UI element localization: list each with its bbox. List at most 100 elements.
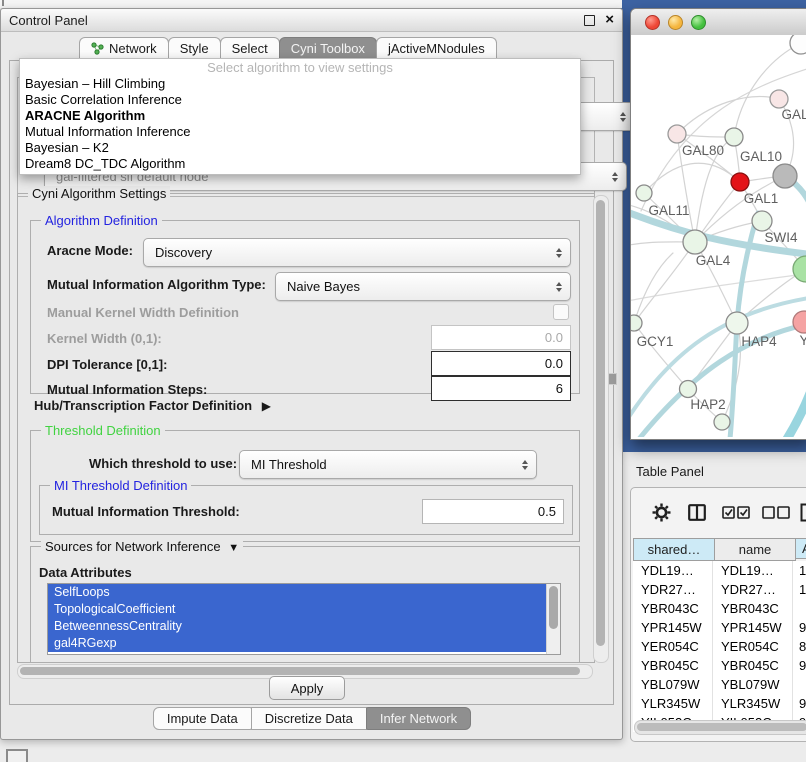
tab-discretize-data[interactable]: Discretize Data — [251, 707, 367, 730]
scrollbar-thumb[interactable] — [637, 723, 806, 731]
network-window-titlebar[interactable] — [631, 9, 806, 36]
table-row[interactable]: YDL19…YDL19…13 — [633, 561, 806, 580]
which-threshold-select[interactable]: MI Threshold — [239, 450, 537, 479]
algorithm-dropdown-popup: Select algorithm to view settings Bayesi… — [19, 58, 581, 175]
network-node-label: SWI4 — [764, 230, 797, 245]
close-traffic-light[interactable] — [645, 15, 660, 30]
minimized-panel-icon[interactable] — [6, 749, 28, 762]
control-panel-tabs: Network Style Select Cyni Toolbox jActiv… — [79, 37, 496, 60]
tab-infer-network[interactable]: Infer Network — [366, 707, 471, 730]
dpi-tolerance-field[interactable]: 0.0 — [431, 351, 571, 376]
data-attributes-list[interactable]: SelfLoops TopologicalCoefficient Between… — [47, 583, 561, 655]
threshold-definition-title: Threshold Definition — [41, 423, 165, 438]
close-icon[interactable]: × — [605, 15, 614, 25]
node-table: shared… name A YDL19…YDL19…13 YDR27…YDR2… — [633, 538, 806, 732]
network-edge — [641, 67, 806, 211]
network-canvas[interactable]: GAL80GAL10GALGAL11GAL1SWI4GAL4GCY1HAP4YH… — [631, 35, 806, 437]
table-row[interactable]: YLR345WYLR345W9. — [633, 694, 806, 713]
combo-arrows-icon — [556, 248, 562, 258]
scrollbar-thumb[interactable] — [596, 200, 605, 646]
network-node[interactable] — [752, 211, 772, 231]
table-row[interactable]: YPR145WYPR145W9. — [633, 618, 806, 637]
tab-select[interactable]: Select — [220, 37, 280, 60]
network-node-label: GAL10 — [740, 149, 782, 164]
cyni-algorithm-settings-group: Cyni Algorithm Settings Algorithm Defini… — [17, 193, 595, 663]
algorithm-definition-title: Algorithm Definition — [41, 213, 162, 228]
minimize-traffic-light[interactable] — [668, 15, 683, 30]
network-node[interactable] — [726, 312, 748, 334]
split-columns-icon[interactable] — [678, 504, 717, 521]
tab-jactivemnodules[interactable]: jActiveMNodules — [376, 37, 497, 60]
checked-boxes-icon[interactable] — [717, 506, 756, 519]
network-node[interactable] — [668, 125, 686, 143]
mi-threshold-field[interactable]: 0.5 — [422, 499, 564, 524]
attribute-item[interactable]: BetweennessCentrality — [48, 618, 560, 635]
column-header-shared-name[interactable]: shared… — [633, 538, 715, 561]
attribute-item[interactable]: TopologicalCoefficient — [48, 601, 560, 618]
which-threshold-value: MI Threshold — [251, 457, 516, 472]
sources-group-title[interactable]: Sources for Network Inference ▼ — [41, 539, 243, 554]
tab-network[interactable]: Network — [79, 37, 169, 60]
network-node-label: GAL — [781, 107, 806, 122]
attribute-item[interactable]: SelfLoops — [48, 584, 560, 601]
mi-threshold-label: Mutual Information Threshold: — [52, 504, 240, 519]
tab-cyni-toolbox[interactable]: Cyni Toolbox — [279, 37, 377, 60]
attribute-item[interactable]: gal4RGexp — [48, 635, 560, 652]
table-row[interactable]: YBL079WYBL079W — [633, 675, 806, 694]
manual-kernel-label: Manual Kernel Width Definition — [47, 305, 239, 320]
table-row[interactable]: YBR045CYBR045C9. — [633, 656, 806, 675]
manual-kernel-checkbox[interactable] — [553, 304, 569, 320]
network-node[interactable] — [790, 35, 806, 54]
kernel-width-field[interactable]: 0.0 — [431, 325, 571, 350]
table-row[interactable]: YBR043CYBR043C — [633, 599, 806, 618]
algorithm-item-0[interactable]: Bayesian – Hill Climbing — [20, 76, 580, 92]
algorithm-item-1[interactable]: Basic Correlation Inference — [20, 92, 580, 108]
settings-vertical-scrollbar[interactable] — [593, 195, 609, 663]
mi-type-select[interactable]: Naive Bayes — [275, 272, 571, 301]
scrollbar-thumb[interactable] — [549, 586, 558, 629]
algorithm-item-2[interactable]: ARACNE Algorithm — [20, 108, 580, 124]
table-row[interactable]: YER054CYER054C8. — [633, 637, 806, 656]
network-node-label: HAP2 — [690, 397, 725, 412]
zoom-traffic-light[interactable] — [691, 15, 706, 30]
attributes-scrollbar[interactable] — [546, 584, 560, 654]
tab-impute-data[interactable]: Impute Data — [153, 707, 252, 730]
expand-right-icon: ▶ — [262, 399, 271, 413]
top-strip — [0, 0, 622, 8]
network-node[interactable] — [680, 381, 697, 398]
column-header-third[interactable]: A — [795, 538, 806, 559]
mi-steps-label: Mutual Information Steps: — [47, 382, 207, 397]
network-node[interactable] — [725, 128, 743, 146]
panel-splitter-handle[interactable] — [608, 373, 617, 385]
algorithm-item-4[interactable]: Bayesian – K2 — [20, 140, 580, 156]
network-node[interactable] — [683, 230, 707, 254]
control-panel-titlebar[interactable]: Control Panel × — [1, 9, 622, 32]
hub-section-toggle[interactable]: Hub/Transcription Factor Definition ▶ — [34, 398, 271, 413]
bottom-tabs: Impute Data Discretize Data Infer Networ… — [9, 707, 614, 730]
scrollbar-thumb[interactable] — [20, 667, 580, 675]
column-header-name[interactable]: name — [714, 538, 796, 561]
network-node[interactable] — [631, 315, 642, 331]
unchecked-boxes-icon[interactable] — [755, 506, 796, 519]
table-toolbar — [631, 488, 806, 536]
aracne-mode-select[interactable]: Discovery — [143, 238, 571, 267]
algorithm-item-5[interactable]: Dream8 DC_TDC Algorithm — [20, 156, 580, 172]
table-row[interactable]: YDR27…YDR27…12 — [633, 580, 806, 599]
float-window-icon[interactable] — [584, 15, 595, 26]
file-icon[interactable] — [796, 503, 806, 522]
network-node[interactable] — [714, 414, 730, 430]
apply-button[interactable]: Apply — [269, 676, 345, 700]
algorithm-item-3[interactable]: Mutual Information Inference — [20, 124, 580, 140]
network-node[interactable] — [770, 90, 788, 108]
network-node[interactable] — [636, 185, 652, 201]
network-node[interactable] — [773, 164, 797, 188]
network-node-label: GCY1 — [637, 334, 674, 349]
control-panel-window: Control Panel × Network Style — [0, 8, 623, 740]
mi-steps-field[interactable]: 6 — [431, 376, 571, 401]
table-horizontal-scrollbar[interactable] — [634, 720, 806, 735]
tab-style[interactable]: Style — [168, 37, 221, 60]
network-view-window: GAL80GAL10GALGAL11GAL1SWI4GAL4GCY1HAP4YH… — [630, 8, 806, 440]
network-node[interactable] — [731, 173, 749, 191]
network-node[interactable] — [793, 256, 806, 282]
gear-icon[interactable] — [645, 503, 678, 522]
